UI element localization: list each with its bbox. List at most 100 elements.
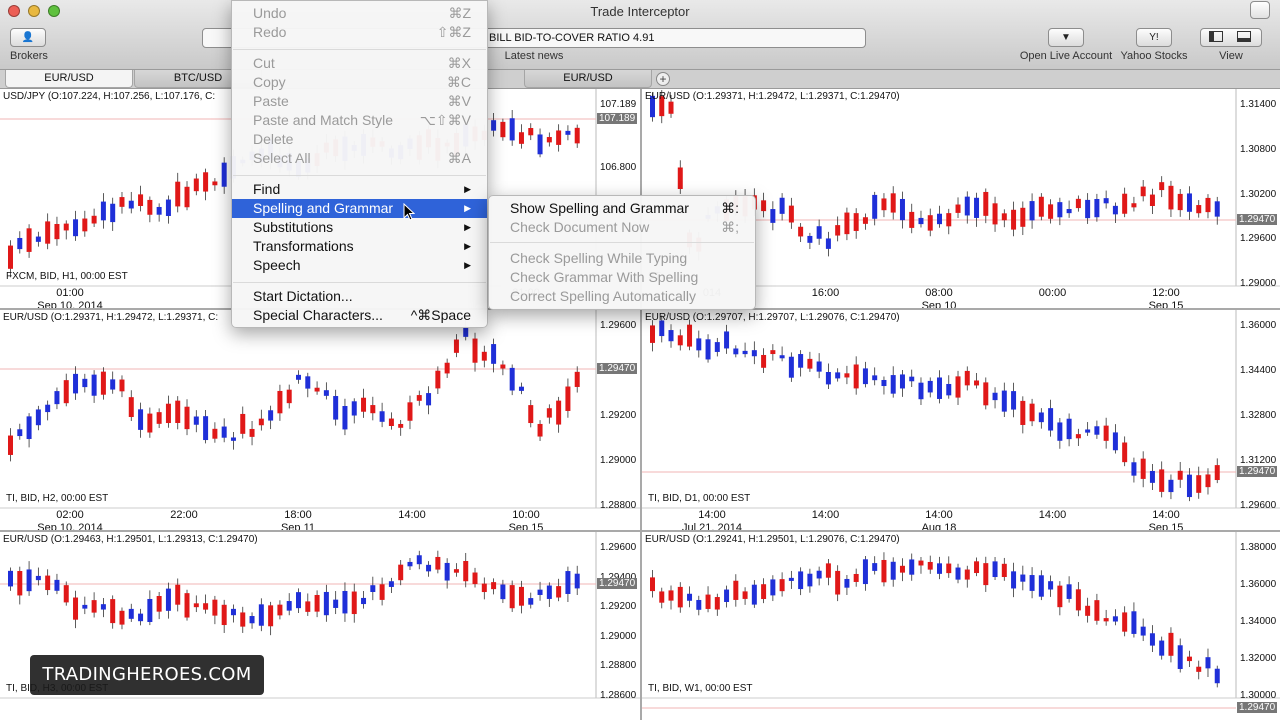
edit-menu-item[interactable]: Cut ⌘X (232, 54, 487, 73)
brokers-button[interactable]: 👤 (10, 28, 46, 47)
bear-candle (733, 580, 739, 600)
bull-candle (1168, 479, 1174, 493)
chart-pane-3[interactable]: EUR/USD (O:1.29371, H:1.29472, L:1.29371… (0, 310, 640, 530)
pane-footer: TI, BID, H2, 00:00 EST (6, 493, 109, 504)
submenu-arrow-icon: ▶ (464, 203, 471, 213)
submenu-arrow-icon: ▶ (464, 241, 471, 251)
fullscreen-button[interactable] (1250, 1, 1270, 19)
menu-item-label: Spelling and Grammar (253, 200, 394, 216)
bear-candle (955, 204, 961, 213)
edit-menu-item[interactable]: Special Characters... ^⌘Space (232, 306, 487, 325)
price-tick-label: 1.34400 (1240, 365, 1277, 376)
bear-candle (268, 605, 274, 627)
menu-item-shortcut: ⌘A (447, 150, 471, 166)
bear-candle (212, 599, 218, 616)
bear-candle (659, 591, 665, 603)
bull-candle (890, 375, 896, 394)
close-window-button[interactable] (8, 5, 20, 17)
bull-candle (733, 348, 739, 355)
bear-candle (844, 373, 850, 378)
spelling-menu-item[interactable]: Correct Spelling Automatically (489, 287, 755, 306)
menu-item-label: Redo (253, 24, 287, 40)
spelling-menu-item[interactable]: Check Document Now ⌘; (489, 218, 755, 237)
bear-candle (761, 200, 767, 212)
menu-item-shortcut: ⌘C (446, 74, 471, 90)
time-tick-date: Sep 11 (280, 522, 316, 530)
price-tick-label: 1.29200 (600, 410, 637, 421)
bear-candle (1159, 469, 1165, 492)
time-tick-label: 14:00 Sep 15 (1126, 509, 1206, 530)
bull-candle (1066, 418, 1072, 440)
time-tick-time: 22:00 (170, 509, 198, 521)
bull-candle (518, 386, 524, 391)
menu-item-label: Check Document Now (510, 219, 650, 235)
edit-menu-item[interactable]: Start Dictation... (232, 287, 487, 306)
edit-menu-item[interactable]: Copy ⌘C (232, 73, 487, 92)
open-live-account-label: Open Live Account (1019, 50, 1113, 62)
time-tick-time: 08:00 (925, 287, 953, 299)
pane-divider-h2[interactable] (0, 530, 1280, 532)
time-tick-time: 14:00 (698, 509, 726, 521)
spelling-menu-item[interactable]: Check Spelling While Typing (489, 249, 755, 268)
yahoo-stocks-button[interactable]: Y! (1136, 28, 1172, 47)
bear-candle (407, 402, 413, 421)
bear-candle (853, 364, 859, 389)
price-tick-label: 106.800 (600, 161, 637, 173)
submenu-arrow-icon: ▶ (464, 260, 471, 270)
price-tick-label: 1.29000 (600, 630, 637, 642)
bear-candle (668, 101, 674, 114)
bull-candle (128, 200, 134, 209)
tab-eurusd-1[interactable]: EUR/USD (5, 70, 133, 88)
edit-menu-item[interactable]: Substitutions ▶ (232, 218, 487, 237)
bull-candle (342, 406, 348, 430)
zoom-window-button[interactable] (48, 5, 60, 17)
time-tick-time: 14:00 (398, 509, 426, 521)
edit-menu-item[interactable]: Undo ⌘Z (232, 4, 487, 23)
pane-divider-v[interactable] (640, 89, 642, 720)
bull-candle (268, 410, 274, 421)
bear-candle (862, 217, 868, 224)
spelling-menu-item[interactable]: Show Spelling and Grammar ⌘: (489, 199, 755, 218)
bull-candle (82, 604, 88, 609)
bear-candle (556, 130, 562, 145)
bear-candle (537, 423, 543, 437)
bull-candle (1159, 640, 1165, 656)
open-live-account-button[interactable]: ▼ (1048, 28, 1084, 47)
bear-candle (45, 575, 51, 591)
edit-menu-item[interactable]: Paste and Match Style ⌥⇧⌘V (232, 111, 487, 130)
time-tick-label: 01:00 Sep 10, 2014 (30, 287, 110, 308)
bear-candle (472, 572, 478, 585)
spelling-submenu: Show Spelling and Grammar ⌘: Check Documen… (488, 195, 756, 310)
bull-candle (798, 571, 804, 590)
minimize-window-button[interactable] (28, 5, 40, 17)
edit-menu-item[interactable]: Transformations ▶ (232, 237, 487, 256)
chart-pane-6[interactable]: EUR/USD (O:1.29241, H:1.29501, L:1.29076… (642, 532, 1280, 720)
bull-candle (862, 559, 868, 585)
edit-menu-item[interactable]: Redo ⇧⌘Z (232, 23, 487, 42)
bear-candle (110, 599, 116, 624)
bull-candle (17, 429, 23, 437)
edit-menu-item[interactable]: Paste ⌘V (232, 92, 487, 111)
bear-candle (890, 193, 896, 213)
time-tick-time: 10:00 (512, 509, 540, 521)
edit-menu-item[interactable]: Speech ▶ (232, 256, 487, 275)
tab-eurusd-2[interactable]: EUR/USD (524, 70, 652, 88)
bull-candle (964, 196, 970, 216)
edit-menu-item[interactable]: Delete (232, 130, 487, 149)
edit-menu-item[interactable]: Find ▶ (232, 180, 487, 199)
view-toggle[interactable] (1200, 28, 1262, 47)
bull-candle (918, 382, 924, 400)
add-tab-icon[interactable]: + (656, 72, 670, 86)
edit-menu-item[interactable]: Spelling and Grammar ▶ (232, 199, 487, 218)
pane-footer: FXCM, BID, H1, 00:00 EST (6, 271, 128, 282)
pane-title: USD/JPY (O:107.224, H:107.256, L:107.176… (3, 91, 216, 102)
bull-candle (1001, 390, 1007, 412)
bear-candle (472, 338, 478, 363)
bear-candle (1085, 605, 1091, 616)
bull-candle (156, 206, 162, 215)
edit-menu-item[interactable]: Select All ⌘A (232, 149, 487, 168)
chart-pane-4[interactable]: EUR/USD (O:1.29707, H:1.29707, L:1.29076… (642, 310, 1280, 530)
menu-item-label: Cut (253, 55, 275, 71)
spelling-menu-item[interactable]: Check Grammar With Spelling (489, 268, 755, 287)
bear-candle (974, 561, 980, 574)
